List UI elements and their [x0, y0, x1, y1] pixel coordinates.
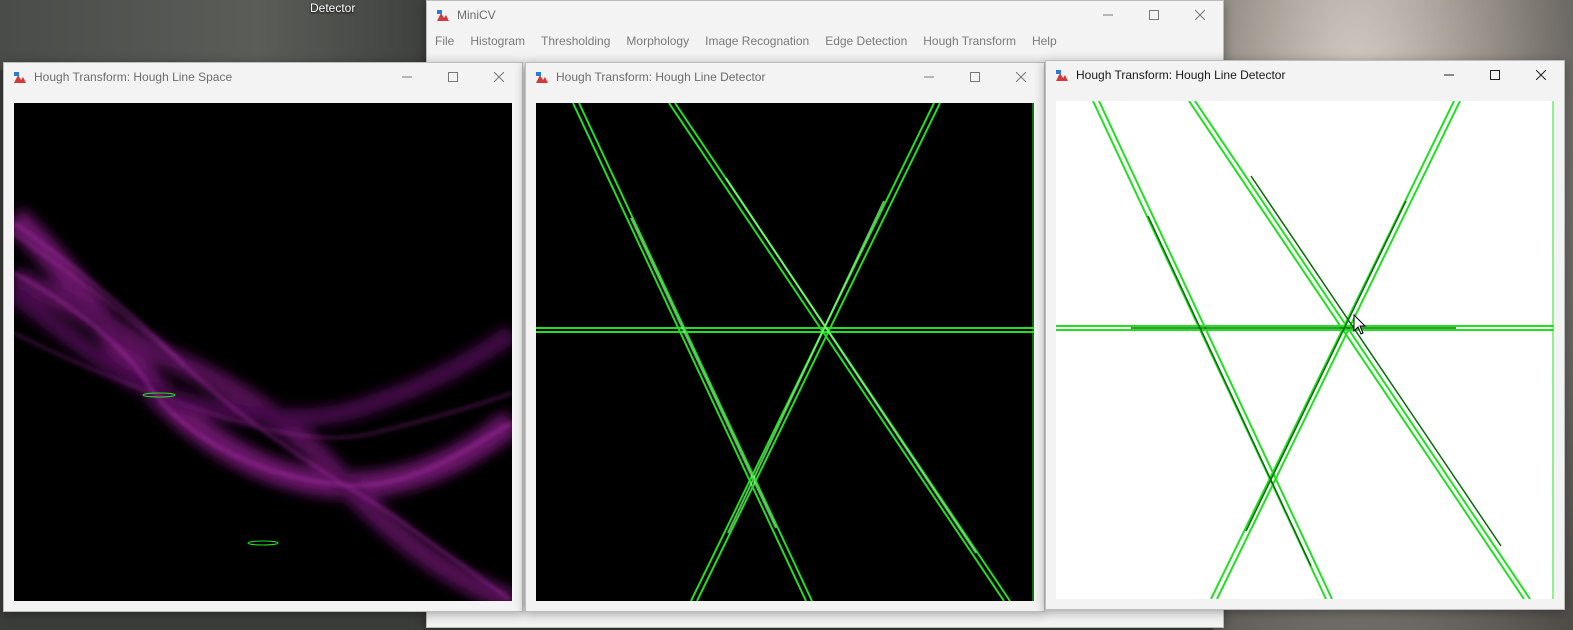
detector2-window-controls [1426, 61, 1564, 89]
hough-line-detector-window-2: Hough Transform: Hough Line Detector [1045, 60, 1565, 610]
menu-thresholding[interactable]: Thresholding [533, 34, 618, 48]
peak-marker [247, 540, 279, 546]
desktop-icon-label[interactable]: Detector [310, 1, 355, 15]
detector2-image [1056, 101, 1554, 599]
space-window-title: Hough Transform: Hough Line Space [34, 70, 233, 84]
minimize-button[interactable] [384, 63, 430, 91]
edge-pixels [630, 177, 977, 554]
close-button[interactable] [476, 63, 522, 91]
desktop-wallpaper-left [0, 0, 430, 70]
app-icon [1056, 69, 1068, 81]
sinusoid-bands [14, 208, 512, 601]
menu-histogram[interactable]: Histogram [462, 34, 533, 48]
maximize-button[interactable] [430, 63, 476, 91]
minimize-button[interactable] [906, 63, 952, 91]
app-icon [14, 71, 26, 83]
hough-line-detector-window-1: Hough Transform: Hough Line Detector [525, 62, 1045, 612]
detector1-canvas [536, 103, 1034, 601]
hough-space-canvas [14, 103, 512, 601]
detected-lines [1056, 101, 1554, 599]
close-button[interactable] [998, 63, 1044, 91]
close-button[interactable] [1518, 61, 1564, 89]
app-icon [536, 71, 548, 83]
source-lines [1131, 175, 1502, 567]
menu-hough-transform[interactable]: Hough Transform [915, 34, 1024, 48]
menu-edge-detection[interactable]: Edge Detection [817, 34, 915, 48]
app-icon [437, 9, 449, 21]
detector2-canvas [1056, 101, 1554, 599]
menu-file[interactable]: File [427, 34, 462, 48]
detector1-window-controls [906, 63, 1044, 91]
detector1-image [536, 103, 1034, 601]
main-window-title: MiniCV [457, 8, 496, 22]
menu-image-recognation[interactable]: Image Recognation [697, 34, 817, 48]
menu-help[interactable]: Help [1024, 34, 1065, 48]
detector1-window-title: Hough Transform: Hough Line Detector [556, 70, 766, 84]
hough-space-image [14, 208, 512, 601]
space-window-controls [384, 63, 522, 91]
detector2-window-title: Hough Transform: Hough Line Detector [1076, 68, 1286, 82]
minimize-button[interactable] [1426, 61, 1472, 89]
maximize-button[interactable] [1131, 1, 1177, 29]
minimize-button[interactable] [1085, 1, 1131, 29]
menu-morphology[interactable]: Morphology [618, 34, 697, 48]
main-menubar: File Histogram Thresholding Morphology Image… [427, 29, 1223, 53]
maximize-button[interactable] [1472, 61, 1518, 89]
close-button[interactable] [1177, 1, 1223, 29]
hough-line-space-window: Hough Transform: Hough Line Space [3, 62, 523, 612]
maximize-button[interactable] [952, 63, 998, 91]
main-window-controls [1085, 1, 1223, 29]
